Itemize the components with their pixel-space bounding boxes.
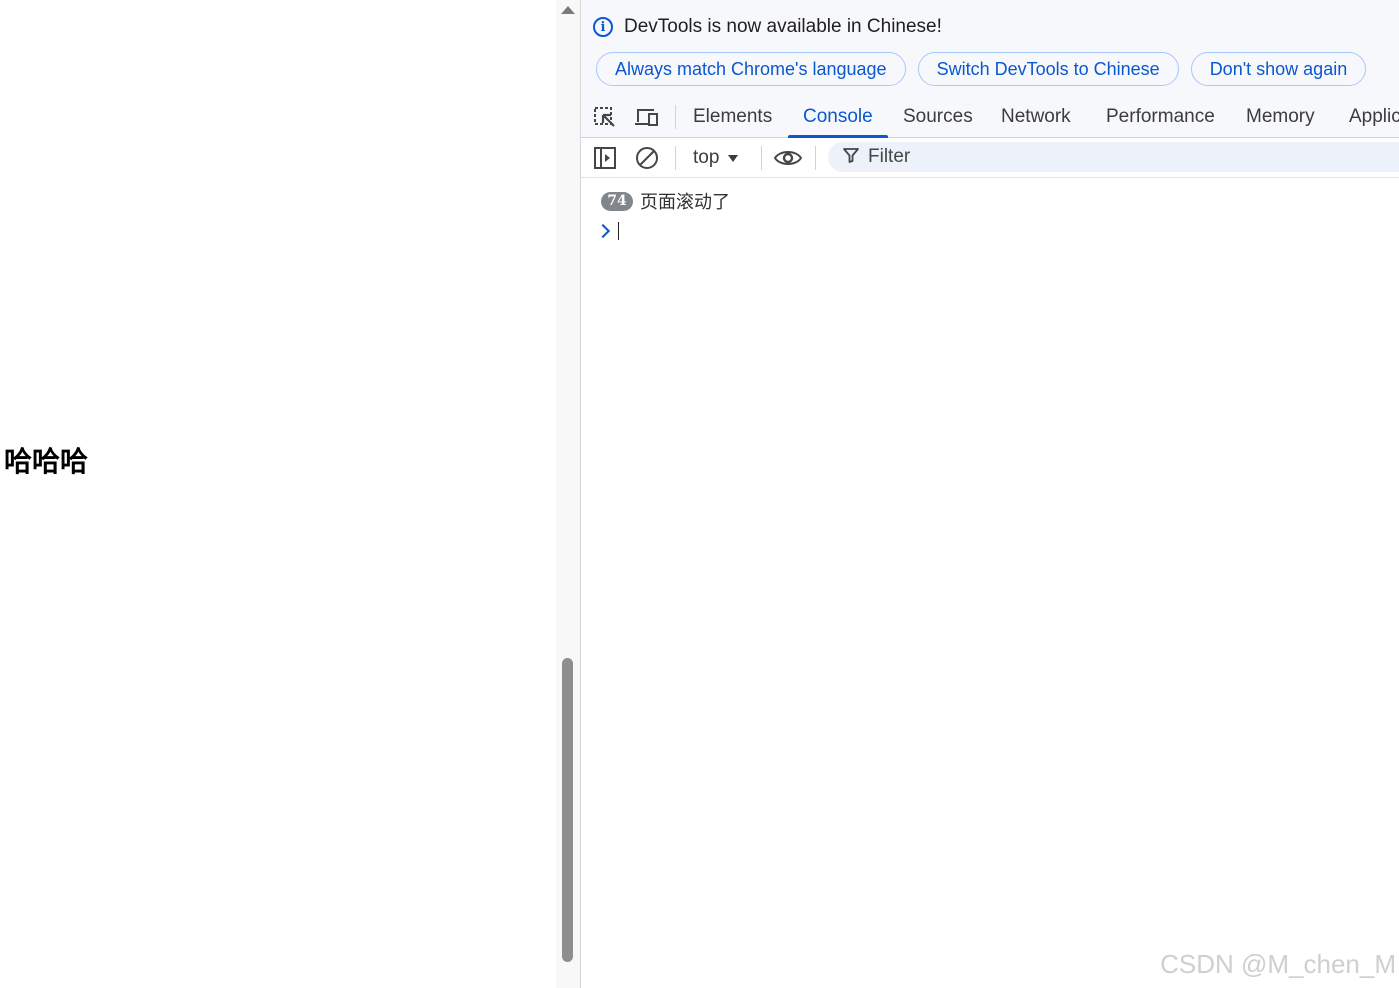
tab-elements[interactable]: Elements (678, 97, 787, 137)
tab-application[interactable]: Applic (1334, 97, 1399, 137)
chevron-down-icon (728, 154, 739, 162)
tab-console[interactable]: Console (788, 97, 888, 138)
switch-to-chinese-button[interactable]: Switch DevTools to Chinese (917, 52, 1179, 86)
inspect-element-icon[interactable] (593, 106, 617, 128)
console-filter-input[interactable]: Filter (828, 142, 1399, 172)
console-prompt[interactable] (595, 222, 619, 240)
filter-placeholder: Filter (868, 146, 911, 167)
language-infobar: i DevTools is now available in Chinese! … (581, 0, 1399, 97)
info-icon: i (593, 17, 613, 37)
devtools-tabbar: Elements Console Sources Network Perform… (581, 97, 1399, 138)
filter-icon (842, 146, 860, 169)
repeat-count-badge: 74 (601, 191, 633, 211)
live-expression-eye-icon[interactable] (773, 147, 803, 174)
console-message: 74 页面滚动了 (601, 188, 730, 214)
text-cursor (618, 222, 619, 240)
page-heading: 哈哈哈 (4, 445, 89, 478)
page-scrollbar[interactable] (556, 0, 580, 988)
always-match-language-button[interactable]: Always match Chrome's language (596, 52, 906, 86)
console-message-text: 页面滚动了 (640, 192, 730, 213)
toolbar-separator (815, 146, 816, 170)
page-viewport: 哈哈哈 (0, 0, 556, 988)
sidebar-toggle-icon[interactable] (593, 146, 617, 175)
infobar-message: DevTools is now available in Chinese! (624, 16, 942, 37)
clear-console-icon[interactable] (635, 146, 659, 175)
toolbar-separator (675, 146, 676, 170)
console-toolbar: top Filter (581, 138, 1399, 178)
tab-memory[interactable]: Memory (1231, 97, 1330, 137)
chevron-right-icon (595, 223, 611, 239)
context-selector[interactable]: top (685, 144, 746, 172)
scrollbar-thumb[interactable] (562, 658, 573, 962)
watermark: CSDN @M_chen_M (1160, 949, 1396, 979)
tabbar-separator (675, 105, 676, 129)
tab-sources[interactable]: Sources (888, 97, 988, 137)
devtools-panel: i DevTools is now available in Chinese! … (581, 0, 1399, 988)
console-output[interactable]: 74 页面滚动了 (581, 178, 1399, 988)
tab-network[interactable]: Network (986, 97, 1086, 137)
scroll-up-arrow-icon[interactable] (561, 6, 575, 14)
toolbar-separator (761, 146, 762, 170)
dont-show-again-button[interactable]: Don't show again (1190, 52, 1367, 86)
tab-performance[interactable]: Performance (1091, 97, 1230, 137)
context-selector-label: top (693, 147, 720, 168)
device-toolbar-icon[interactable] (634, 106, 658, 128)
